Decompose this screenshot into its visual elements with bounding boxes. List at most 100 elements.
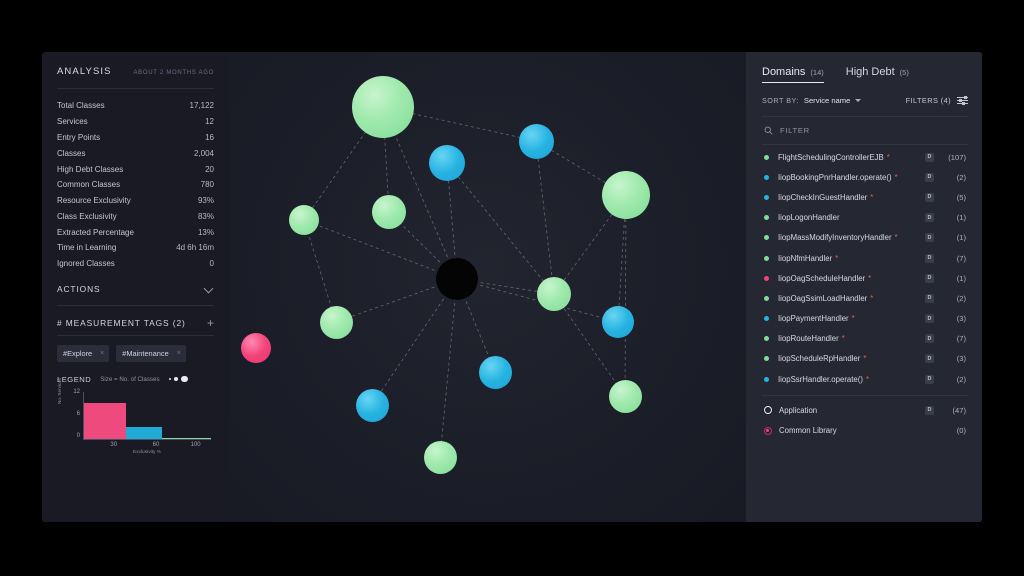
domain-name: IiopBookingPnrHandler.operate(): [778, 172, 892, 182]
legend-size-note: Size = No. of Classes: [100, 375, 160, 383]
list-item[interactable]: IiopNfmHandler * D (7): [762, 248, 968, 268]
measurement-tags-section: # MEASUREMENT TAGS (2) +: [57, 317, 214, 329]
domain-list: FlightSchedulingControllerEJB * D (107) Iiop…: [762, 147, 968, 389]
list-item[interactable]: IiopSsrHandler.operate() * D (2): [762, 369, 968, 389]
list-item[interactable]: IiopMassModifyInventoryHandler * D (1): [762, 228, 968, 248]
tab-label: High Debt: [845, 66, 895, 78]
right-domains-panel: Domains (14) High Debt (5) SORT BY: Service…: [746, 52, 982, 522]
node-green-low-right[interactable]: [608, 379, 642, 413]
status-dot: [764, 275, 769, 281]
node-green-mid-right[interactable]: [537, 277, 571, 311]
stat-label: High Debt Classes: [57, 164, 124, 174]
list-item-meta: D (2): [925, 374, 966, 384]
node-green-small-left[interactable]: [289, 205, 319, 235]
domain-name: IiopOagScheduleHandler: [778, 273, 866, 283]
list-item[interactable]: Application D (47): [762, 400, 968, 420]
stat-label: Class Exclusivity: [57, 211, 117, 221]
measurement-tags-label: # MEASUREMENT TAGS (2): [57, 317, 186, 328]
stats-list: Total Classes 17,122 Services 12 Entry Point…: [57, 98, 214, 272]
group-name: Application: [779, 405, 818, 415]
stat-value: 0: [209, 259, 214, 269]
group-name: Common Library: [779, 426, 837, 436]
node-green-mid-left[interactable]: [372, 195, 406, 229]
status-dot: [764, 215, 769, 221]
class-count: (7): [956, 334, 966, 344]
legend-dot-small: [168, 377, 172, 381]
stat-value: 93%: [197, 196, 214, 206]
list-item-meta: D (7): [925, 253, 966, 263]
add-tag-button[interactable]: +: [207, 317, 214, 329]
domain-name: IiopPaymentHandler: [778, 314, 849, 324]
list-item[interactable]: IiopScheduleRpHandler * D (3): [762, 349, 968, 369]
node-center-hub[interactable]: [436, 258, 478, 300]
stat-row: Extracted Percentage 13%: [57, 224, 214, 240]
class-count: (3): [956, 314, 966, 324]
node-blue-low-left[interactable]: [355, 388, 389, 422]
node-pink-isolated[interactable]: [241, 333, 271, 363]
list-item[interactable]: IiopLogonHandler D (1): [762, 208, 968, 228]
remove-tag-icon[interactable]: ×: [177, 350, 181, 357]
remove-tag-icon[interactable]: ×: [100, 350, 104, 357]
stat-row: Class Exclusivity 83%: [57, 208, 214, 224]
stat-value: 17,122: [189, 101, 214, 111]
chart-y-tick: 12: [73, 388, 80, 395]
stat-row: Entry Points 16: [57, 130, 214, 146]
node-blue-upper-right[interactable]: [518, 123, 554, 159]
left-analysis-panel: ANALYSIS ABOUT 2 MONTHS AGO Total Classe…: [42, 52, 229, 522]
divider: [57, 304, 214, 306]
filter-search-input[interactable]: FILTER: [762, 117, 968, 144]
list-item[interactable]: IiopPaymentHandler * D (3): [762, 309, 968, 329]
list-item-meta: D (5): [925, 192, 966, 202]
list-item[interactable]: IiopBookingPnrHandler.operate() * D (2): [762, 167, 968, 187]
list-item[interactable]: IiopRouteHandler * D (7): [762, 329, 968, 349]
sort-by-control[interactable]: SORT BY: Service name: [762, 96, 862, 105]
group-ring-icon: [764, 406, 772, 415]
stat-row: Total Classes 17,122: [57, 98, 214, 114]
stat-value: 12: [205, 117, 214, 127]
class-count: (0): [956, 426, 966, 436]
tag-chip[interactable]: #Explore ×: [57, 344, 110, 362]
stat-label: Ignored Classes: [57, 259, 115, 269]
chart-bars: [84, 392, 212, 439]
status-dot: [764, 376, 769, 382]
list-item-meta: D (3): [925, 314, 966, 324]
stat-value: 780: [200, 180, 214, 190]
tag-chip[interactable]: #Maintenance ×: [116, 344, 186, 362]
domain-badge-icon: D: [925, 334, 934, 344]
node-green-left-low[interactable]: [319, 305, 353, 339]
service-dependency-graph[interactable]: [229, 52, 746, 522]
chart-y-tick: 6: [76, 410, 80, 417]
actions-section-toggle[interactable]: ACTIONS: [57, 284, 214, 294]
list-item[interactable]: IiopCheckInGuestHandler * D (5): [762, 187, 968, 207]
node-blue-low-mid[interactable]: [478, 355, 512, 389]
node-blue-upper-mid[interactable]: [429, 145, 465, 181]
status-dot: [764, 235, 769, 241]
list-item[interactable]: Common Library D(0): [762, 420, 968, 440]
exclusivity-histogram: No. Services 12 6 0 30 60 100 Exclusivity %: [57, 378, 217, 456]
list-item[interactable]: IiopOagSsimLoadHandler * D (2): [762, 288, 968, 308]
chart-bar: [161, 437, 212, 439]
node-green-right[interactable]: [602, 171, 650, 219]
analysis-dashboard: ANALYSIS ABOUT 2 MONTHS AGO Total Classe…: [42, 52, 982, 522]
tag-label: #Explore: [63, 348, 93, 358]
chart-x-tick: 100: [190, 441, 201, 448]
sort-by-label: SORT BY:: [762, 96, 799, 105]
sort-by-value: Service name: [803, 96, 851, 105]
filters-button[interactable]: FILTERS (4): [906, 95, 968, 106]
stat-row: Ignored Classes 0: [57, 256, 214, 272]
tab-label: Domains: [762, 66, 806, 78]
tab-high-debt[interactable]: High Debt (5): [846, 66, 909, 83]
divider: [57, 88, 214, 89]
node-green-bottom[interactable]: [423, 440, 457, 474]
stat-value: 13%: [197, 227, 214, 237]
node-large-green-top[interactable]: [352, 76, 414, 138]
list-item[interactable]: FlightSchedulingControllerEJB * D (107): [762, 147, 968, 167]
domain-name: IiopScheduleRpHandler: [778, 354, 861, 364]
modified-marker-icon: *: [851, 314, 855, 324]
list-item-meta: D(0): [925, 426, 966, 435]
stat-row: Services 12: [57, 114, 214, 130]
list-item[interactable]: IiopOagScheduleHandler * D (1): [762, 268, 968, 288]
node-blue-right[interactable]: [602, 306, 634, 338]
tab-domains[interactable]: Domains (14): [762, 66, 824, 83]
tab-count: (5): [899, 68, 909, 77]
